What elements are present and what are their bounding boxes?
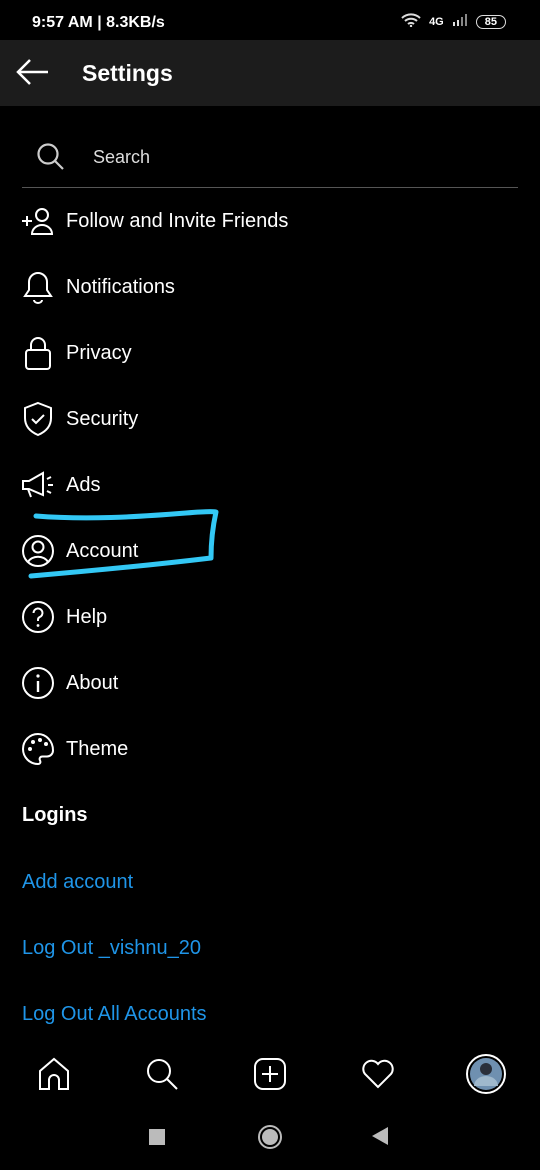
heart-icon[interactable]: [358, 1054, 398, 1094]
battery-indicator: 85: [475, 14, 506, 29]
home-button[interactable]: [258, 1125, 282, 1149]
status-bar: 9:57 AM | 8.3KB/s 4G 85: [0, 0, 540, 40]
signal-icon: [452, 14, 468, 29]
megaphone-icon: [20, 467, 56, 503]
bottom-nav: [0, 1050, 540, 1100]
search-placeholder: Search: [93, 147, 151, 167]
network-type: 4G: [429, 15, 444, 28]
profile-avatar[interactable]: [466, 1054, 506, 1094]
search-icon: [37, 143, 64, 170]
shield-icon: [20, 401, 56, 437]
menu-item-account[interactable]: Account: [20, 531, 520, 571]
menu-item-notifications[interactable]: Notifications: [20, 267, 520, 307]
info-icon: [20, 665, 56, 701]
recents-button[interactable]: [149, 1129, 165, 1145]
home-icon[interactable]: [34, 1054, 74, 1094]
wifi-icon: [401, 13, 421, 30]
account-icon: [20, 533, 56, 569]
bell-icon: [20, 269, 56, 305]
menu-item-follow-invite[interactable]: Follow and Invite Friends: [20, 201, 520, 241]
create-post-icon[interactable]: [250, 1054, 290, 1094]
logins-heading: Logins: [22, 804, 88, 826]
search-nav-icon[interactable]: [142, 1054, 182, 1094]
help-icon: [20, 599, 56, 635]
log-out-link[interactable]: Log Out _vishnu_20: [22, 937, 201, 960]
back-button[interactable]: [372, 1127, 388, 1145]
search-input[interactable]: Search: [22, 130, 518, 188]
log-out-all-link[interactable]: Log Out All Accounts: [22, 1003, 207, 1026]
palette-icon: [20, 731, 56, 767]
menu-item-ads[interactable]: Ads: [20, 465, 520, 505]
add-account-link[interactable]: Add account: [22, 871, 133, 894]
lock-icon: [20, 335, 56, 371]
system-nav-bar: [0, 1115, 540, 1160]
menu-item-about[interactable]: About: [20, 663, 520, 703]
status-time: 9:57 AM | 8.3KB/s: [32, 14, 165, 31]
menu-item-privacy[interactable]: Privacy: [20, 333, 520, 373]
back-arrow-icon[interactable]: [14, 57, 50, 92]
menu-item-security[interactable]: Security: [20, 399, 520, 439]
add-user-icon: [20, 203, 56, 239]
menu-item-theme[interactable]: Theme: [20, 729, 520, 769]
menu-item-help[interactable]: Help: [20, 597, 520, 637]
header: Settings: [0, 40, 540, 106]
page-title: Settings: [82, 60, 173, 86]
